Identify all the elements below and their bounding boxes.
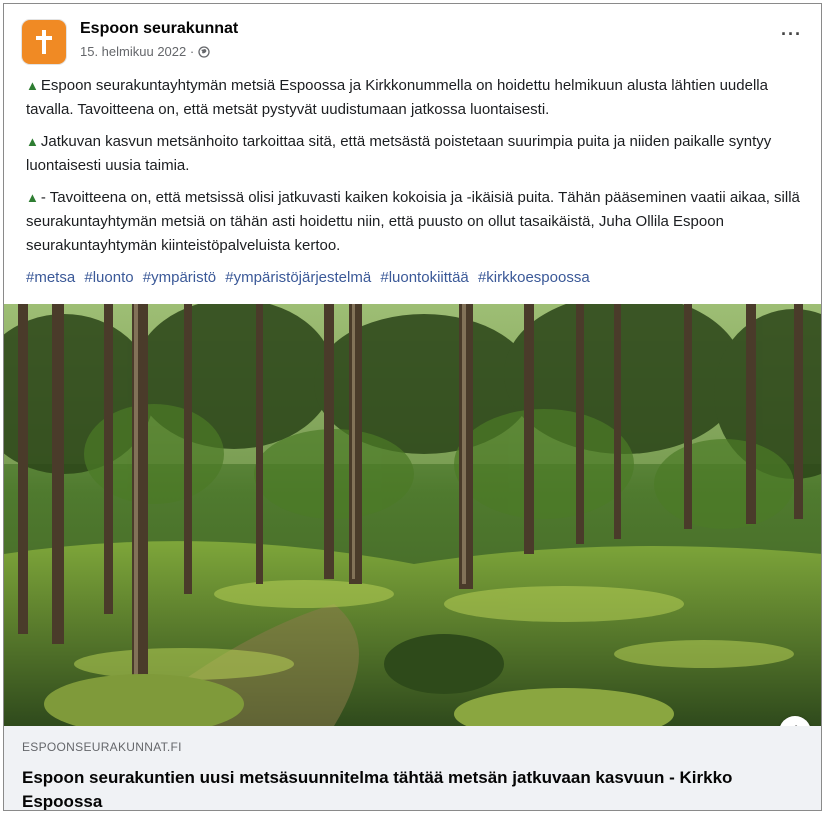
more-options-button[interactable]: ··· bbox=[781, 24, 802, 45]
link-preview-card[interactable]: ESPOONSEURAKUNNAT.FI Espoon seurakuntien… bbox=[4, 726, 821, 810]
evergreen-tree-icon: ▲ bbox=[26, 134, 39, 149]
globe-icon bbox=[198, 45, 210, 58]
hashtag-list: #metsa #luonto #ympäristö #ympäristöjärj… bbox=[26, 266, 801, 290]
hashtag-link[interactable]: #metsa bbox=[26, 269, 75, 286]
post-paragraph: ▲ - Tavoitteena on, että metsissä olisi j… bbox=[26, 189, 800, 254]
link-domain: ESPOONSEURAKUNNAT.FI bbox=[22, 740, 182, 754]
page-avatar[interactable] bbox=[22, 20, 66, 64]
hashtag-link[interactable]: #luonto bbox=[84, 269, 133, 286]
hashtag-link[interactable]: #ympäristöjärjestelmä bbox=[225, 269, 371, 286]
link-title[interactable]: Espoon seurakuntien uusi metsäsuunnitelm… bbox=[22, 766, 802, 810]
post-text: ▲ Espoon seurakuntayhtymän metsiä Espooss… bbox=[26, 74, 801, 298]
hashtag-link[interactable]: #ympäristö bbox=[143, 269, 216, 286]
forest-photo[interactable] bbox=[4, 304, 821, 726]
page-name[interactable]: Espoon seurakunnat bbox=[80, 20, 238, 38]
post-paragraph: ▲ Espoon seurakuntayhtymän metsiä Espooss… bbox=[26, 77, 768, 118]
post-header: Espoon seurakunnat 15. helmikuu 2022 · ·… bbox=[22, 16, 812, 66]
facebook-post: Espoon seurakunnat 15. helmikuu 2022 · ·… bbox=[3, 3, 822, 811]
evergreen-tree-icon: ▲ bbox=[26, 190, 39, 205]
post-meta: 15. helmikuu 2022 · bbox=[80, 44, 210, 59]
hashtag-link[interactable]: #luontokiittää bbox=[380, 269, 468, 286]
hashtag-link[interactable]: #kirkkoespoossa bbox=[478, 269, 590, 286]
post-date[interactable]: 15. helmikuu 2022 · bbox=[80, 44, 194, 59]
evergreen-tree-icon: ▲ bbox=[26, 78, 39, 93]
post-paragraph: ▲ Jatkuvan kasvun metsänhoito tarkoittaa … bbox=[26, 133, 772, 174]
forest-image bbox=[4, 304, 821, 726]
cross-icon bbox=[36, 30, 52, 54]
